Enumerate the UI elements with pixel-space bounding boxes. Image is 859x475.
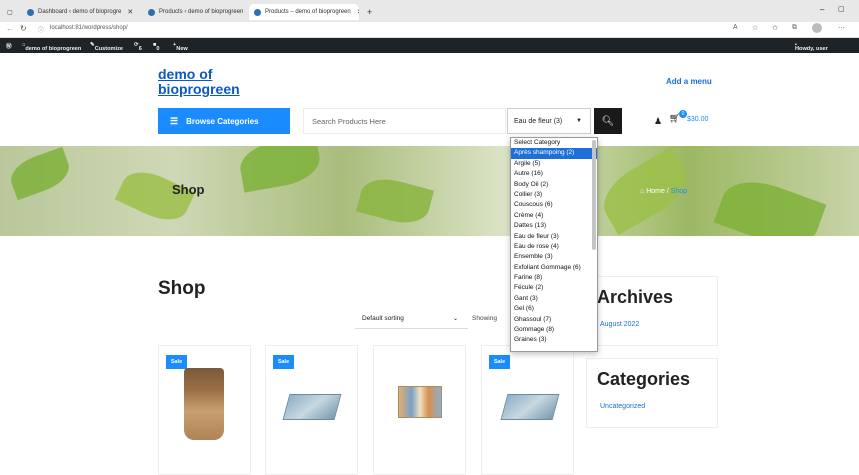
cart-total[interactable]: $30.00: [687, 116, 708, 123]
product-card[interactable]: Sale: [481, 345, 574, 475]
howdy-user-link[interactable]: Howdy, user ▪: [795, 42, 828, 52]
chevron-down-icon: ⌄: [452, 316, 458, 322]
leaf-decoration: [713, 170, 827, 236]
wp-admin-bar: Ⓦ ⌂ demo of bioprogreen ✎ Customize ⟳ 6 …: [0, 38, 859, 53]
url-field[interactable]: localhost:81/wordpress/shop/: [50, 25, 128, 31]
archives-title: Archives: [597, 287, 674, 307]
close-icon[interactable]: ✕: [357, 8, 359, 16]
breadcrumb-home-link[interactable]: ⌂ Home: [640, 188, 665, 195]
more-icon[interactable]: ⋯: [838, 24, 845, 32]
category-dropdown-list[interactable]: Select Category Après shampoing (2) Argile…: [510, 137, 598, 352]
tab-dashboard[interactable]: Dashboard ‹ demo of bioprogre ✕: [22, 4, 142, 20]
leaf-decoration: [356, 172, 434, 230]
result-count: Showing: [472, 315, 497, 322]
search-button[interactable]: 🔍︎: [594, 108, 622, 134]
product-image[interactable]: [184, 368, 224, 440]
product-card[interactable]: Sale: [158, 345, 251, 475]
cart-count-badge: 0: [679, 110, 687, 118]
wordpress-icon: [254, 8, 261, 16]
add-menu-link[interactable]: Add a menu: [666, 77, 712, 86]
tab-actions-button[interactable]: ▢: [2, 4, 18, 20]
favorites-bar-icon[interactable]: ✩: [772, 24, 778, 32]
breadcrumb: ⌂ Home / Shop: [640, 188, 688, 195]
category-option[interactable]: Gommage (8): [511, 325, 597, 335]
tab-products-admin[interactable]: Products ‹ demo of bioprogreen✕: [143, 4, 248, 20]
sorting-select[interactable]: Default sorting ⌄: [355, 309, 468, 329]
browser-tab-bar: ▢ Dashboard ‹ demo of bioprogre ✕ Product…: [0, 0, 859, 22]
category-option[interactable]: Farine (8): [511, 273, 597, 283]
categories-widget: Categories Uncategorized: [586, 358, 718, 428]
tab-products-shop[interactable]: Products – demo of bioprogreen✕: [249, 4, 359, 20]
category-option[interactable]: Ensemble (3): [511, 252, 597, 262]
category-option[interactable]: Fécule (2): [511, 283, 597, 293]
site-page: demo of bioprogreen Add a menu ☰ Browse Ca…: [0, 53, 859, 475]
sale-badge: Sale: [166, 355, 187, 369]
leaf-decoration: [5, 146, 75, 201]
category-option[interactable]: Select Category: [511, 138, 597, 148]
product-image[interactable]: [500, 394, 560, 420]
comments-link[interactable]: ■ 0: [153, 42, 160, 52]
banner-title: Shop: [172, 182, 205, 197]
address-bar: ← ↻ ⓘ localhost:81/wordpress/shop/ A ☆ ✩…: [0, 22, 859, 38]
close-icon[interactable]: ✕: [127, 8, 133, 16]
site-name-link[interactable]: ⌂ demo of bioprogreen: [22, 42, 81, 52]
category-option[interactable]: Couscous (6): [511, 200, 597, 210]
wordpress-icon: [27, 8, 34, 16]
info-icon: ⓘ: [38, 28, 45, 34]
category-option[interactable]: Argile (5): [511, 159, 597, 169]
wordpress-logo-icon[interactable]: Ⓦ: [6, 42, 12, 50]
category-option[interactable]: Dattes (13): [511, 221, 597, 231]
page-banner: Shop ⌂ Home / Shop: [0, 146, 859, 236]
product-card[interactable]: [373, 345, 466, 475]
favorite-icon[interactable]: ☆: [752, 24, 758, 32]
sale-badge: Sale: [273, 355, 294, 369]
menu-icon: ☰: [170, 115, 179, 126]
category-option[interactable]: Eau de fleur (3): [511, 232, 597, 242]
read-aloud-icon[interactable]: A: [733, 24, 738, 31]
product-image[interactable]: [282, 394, 342, 420]
archives-widget: Archives August 2022: [586, 276, 718, 346]
categories-title: Categories: [597, 369, 691, 389]
leaf-decoration: [236, 146, 324, 193]
category-option[interactable]: Crème (4): [511, 211, 597, 221]
category-option[interactable]: Collier (3): [511, 190, 597, 200]
category-option[interactable]: Eau de rose (4): [511, 242, 597, 252]
category-option[interactable]: Ghassoul (7): [511, 315, 597, 325]
archive-link[interactable]: August 2022: [600, 321, 639, 328]
category-select[interactable]: Eau de fleur (3) ▼: [507, 108, 591, 134]
back-icon[interactable]: ←: [6, 24, 14, 33]
category-option[interactable]: Graines (3): [511, 335, 597, 345]
new-content-link[interactable]: + New: [173, 42, 188, 52]
maximize-icon[interactable]: ▢: [838, 5, 845, 13]
updates-link[interactable]: ⟳ 6: [134, 42, 142, 52]
profile-avatar[interactable]: [812, 23, 822, 33]
category-option[interactable]: Autre (16): [511, 169, 597, 179]
category-option[interactable]: Gant (3): [511, 294, 597, 304]
user-account-icon[interactable]: ♟: [654, 116, 662, 127]
search-input[interactable]: Search Products Here: [303, 108, 506, 134]
category-option[interactable]: Exfoliant Gommage (6): [511, 263, 597, 273]
page-title: Shop: [158, 278, 206, 299]
new-tab-button[interactable]: +: [362, 4, 376, 20]
collections-icon[interactable]: ⧉: [792, 24, 797, 32]
search-icon: 🔍︎: [601, 115, 615, 127]
wordpress-icon: [148, 8, 155, 16]
caret-down-icon: ▼: [576, 118, 582, 124]
site-logo-link[interactable]: demo of bioprogreen: [158, 67, 240, 97]
product-card[interactable]: Sale: [265, 345, 358, 475]
category-link[interactable]: Uncategorized: [600, 403, 645, 410]
category-option[interactable]: Gel (6): [511, 304, 597, 314]
browse-categories-button[interactable]: ☰ Browse Categories: [158, 108, 290, 134]
sale-badge: Sale: [489, 355, 510, 369]
product-image[interactable]: [398, 386, 442, 418]
refresh-icon[interactable]: ↻: [20, 24, 27, 33]
category-option[interactable]: Body Oil (2): [511, 180, 597, 190]
customize-link[interactable]: ✎ Customize: [90, 42, 123, 52]
dropdown-scrollbar[interactable]: [592, 140, 596, 250]
category-option[interactable]: Après shampoing (2): [511, 148, 597, 159]
minimize-icon[interactable]: –: [820, 5, 824, 14]
